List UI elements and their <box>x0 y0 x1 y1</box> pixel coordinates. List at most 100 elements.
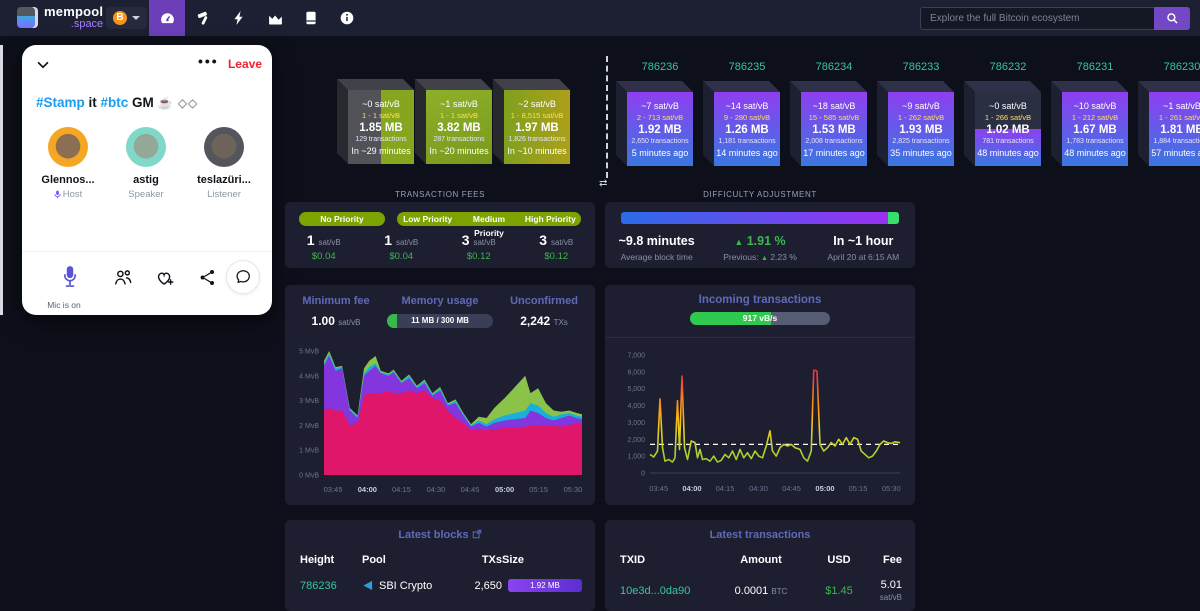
unconfirmed-value: 2,242 TXs <box>493 314 595 328</box>
average-block-time-label: Average block time <box>605 252 708 262</box>
chat-button[interactable] <box>226 260 260 294</box>
block-left-face <box>703 81 714 166</box>
fee-usd: $0.12 <box>440 251 518 262</box>
logo-line2: .space <box>44 19 103 30</box>
search-button[interactable] <box>1154 7 1190 30</box>
column-header: TXs <box>450 554 502 566</box>
mempool-logo[interactable]: mempool .space <box>17 5 103 30</box>
latest-transactions-title[interactable]: Latest transactions <box>605 529 915 541</box>
participant[interactable]: Glennos...Host <box>38 127 98 200</box>
txid-link[interactable]: 10e3d...0da90 <box>620 585 712 597</box>
incoming-rate-value: 917 vB/s <box>690 312 830 325</box>
currency-selector[interactable]: B <box>106 7 147 29</box>
nav-charts[interactable] <box>257 0 293 36</box>
block-median-fee: ~14 sat/vB <box>726 101 769 111</box>
block-left-face <box>616 81 627 166</box>
svg-text:04:15: 04:15 <box>392 485 411 494</box>
fee-rate: 1 sat/vB <box>285 232 363 248</box>
more-options-icon[interactable]: ••• <box>198 53 219 69</box>
leave-button[interactable]: Leave <box>228 57 262 71</box>
svg-text:4 MvB: 4 MvB <box>299 373 319 380</box>
nav-lightning[interactable] <box>221 0 257 36</box>
block-tx-count: 2,650 transactions <box>631 138 688 145</box>
microphone-button[interactable] <box>58 264 82 295</box>
avatar[interactable] <box>48 127 88 167</box>
incoming-rate-series <box>650 370 900 462</box>
space-title: #Stamp it #btc GM ☕ ◇◇ <box>36 95 198 110</box>
hashtag-btc[interactable]: #btc <box>101 95 129 110</box>
column-header: Height <box>300 554 362 566</box>
mined-block[interactable]: ~10 sat/vB1 - 212 sat/vB1.67 MB1,783 tra… <box>1062 92 1128 166</box>
svg-text:1 MvB: 1 MvB <box>299 448 319 455</box>
difficulty-change-value: ▲ 1.91 % <box>708 234 811 248</box>
participant[interactable]: teslazüri...Listener <box>194 127 254 200</box>
fee-usd: $0.04 <box>363 251 441 262</box>
block-eta: In ~29 minutes <box>351 146 410 156</box>
mined-block[interactable]: ~1 sat/vB1 - 261 sat/vB1.81 MB1,884 tran… <box>1149 92 1200 166</box>
mempool-block[interactable]: ~0 sat/vB1 - 1 sat/vB1.85 MB129 transact… <box>348 90 414 164</box>
nav-about[interactable] <box>329 0 365 36</box>
block-size: 1.02 MB <box>986 124 1029 136</box>
table-row[interactable]: 786236SBI Crypto2,6501.92 MB <box>300 579 582 592</box>
block-top-face <box>616 81 693 92</box>
pool-name: SBI Crypto <box>379 580 432 592</box>
avatar[interactable] <box>204 127 244 167</box>
fee-priority-pills: No PriorityLow PriorityMedium PriorityHi… <box>299 212 581 226</box>
minimum-fee-label: Minimum fee <box>285 295 387 307</box>
search-bar <box>920 7 1190 30</box>
block-size-pill: 1.92 MB <box>508 579 582 592</box>
block-height-link[interactable]: 786231 <box>1062 61 1128 73</box>
participant[interactable]: astigSpeaker <box>116 127 176 200</box>
block-median-fee: ~1 sat/vB <box>440 99 478 109</box>
mempool-block[interactable]: ~1 sat/vB1 - 1 sat/vB3.82 MB287 transact… <box>426 90 492 164</box>
avatar[interactable] <box>126 127 166 167</box>
block-height-link[interactable]: 786230 <box>1149 61 1200 73</box>
svg-text:03:45: 03:45 <box>649 484 668 493</box>
collapse-chevron-icon[interactable] <box>34 56 52 79</box>
block-top-face <box>337 79 414 90</box>
pool-logo-icon <box>362 580 373 591</box>
svg-text:05:00: 05:00 <box>495 485 514 494</box>
pool-cell[interactable]: SBI Crypto <box>362 580 450 592</box>
svg-text:05:15: 05:15 <box>529 485 548 494</box>
block-fee-range: 1 - 261 sat/vB <box>1159 113 1200 122</box>
svg-text:05:00: 05:00 <box>815 484 834 493</box>
nav-docs[interactable] <box>293 0 329 36</box>
participants-button[interactable] <box>112 268 133 292</box>
nav-dashboard[interactable] <box>149 0 185 36</box>
mined-block[interactable]: ~9 sat/vB1 - 262 sat/vB1.93 MB2,825 tran… <box>888 92 954 166</box>
mined-block[interactable]: ~18 sat/vB15 - 585 sat/vB1.53 MB2,008 tr… <box>801 92 867 166</box>
block-size: 1.81 MB <box>1160 124 1200 136</box>
svg-text:4,000: 4,000 <box>627 403 645 410</box>
incoming-transactions-title: Incoming transactions <box>605 294 915 306</box>
hashtag-stamp[interactable]: #Stamp <box>36 95 85 110</box>
fee-pill-no-priority: No Priority <box>299 212 385 226</box>
mined-block[interactable]: ~0 sat/vB1 - 266 sat/vB1.02 MB781 transa… <box>975 92 1041 166</box>
fee-usd: $0.12 <box>518 251 596 262</box>
share-button[interactable] <box>198 268 217 292</box>
block-size: 1.26 MB <box>725 124 768 136</box>
latest-transactions-panel: Latest transactions TXIDAmountUSDFee 10e… <box>605 520 915 611</box>
block-height-link[interactable]: 786234 <box>801 61 867 73</box>
like-button[interactable] <box>155 268 175 292</box>
block-median-fee: ~7 sat/vB <box>641 101 679 111</box>
mined-block[interactable]: ~7 sat/vB2 - 713 sat/vB1.92 MB2,650 tran… <box>627 92 693 166</box>
block-height-link[interactable]: 786232 <box>975 61 1041 73</box>
dashboard-icon <box>159 10 176 27</box>
search-input[interactable] <box>920 7 1154 30</box>
memory-usage-bar: 11 MB / 300 MB <box>387 314 493 328</box>
block-tx-count: 2,825 transactions <box>892 138 949 145</box>
block-height-link[interactable]: 786236 <box>300 580 362 592</box>
nav-mining[interactable] <box>185 0 221 36</box>
people-icon <box>112 268 133 287</box>
table-row[interactable]: 10e3d...0da900.0001 BTC$1.455.01 sat/vB <box>620 579 902 603</box>
external-link-icon <box>472 529 482 539</box>
block-fee-range: 1 - 8,515 sat/vB <box>511 111 564 120</box>
block-height-link[interactable]: 786233 <box>888 61 954 73</box>
block-height-link[interactable]: 786235 <box>714 61 780 73</box>
fee-column: 1 sat/vB$0.04 <box>285 232 363 262</box>
latest-blocks-title[interactable]: Latest blocks <box>285 529 595 541</box>
block-height-link[interactable]: 786236 <box>627 61 693 73</box>
mempool-block[interactable]: ~2 sat/vB1 - 8,515 sat/vB1.97 MB1,826 tr… <box>504 90 570 164</box>
mined-block[interactable]: ~14 sat/vB9 - 280 sat/vB1.26 MB1,181 tra… <box>714 92 780 166</box>
